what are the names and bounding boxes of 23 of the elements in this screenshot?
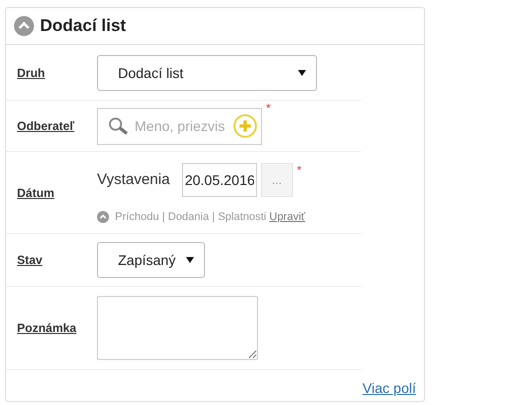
add-icon[interactable] [232,113,257,139]
expand-icon[interactable] [97,210,109,222]
collapse-icon[interactable] [14,16,34,36]
caret-icon [186,257,194,263]
search-field[interactable]: Meno, priezvis [97,108,262,144]
search-input[interactable]: Meno, priezvis [134,118,227,134]
dropdown[interactable]: Zapísaný [97,242,205,278]
panel-title: Dodací list [40,16,126,36]
field-label[interactable]: Poznámka [6,321,97,335]
field-label[interactable]: Dátum [6,186,97,200]
required-mark: * [296,162,302,176]
dropdown[interactable]: Dodací list [97,54,317,90]
field-caption: Vystavenia [97,171,170,188]
required-mark: * [266,101,271,115]
field-label[interactable]: Odberateľ [6,119,97,133]
field-label[interactable]: Druh [6,66,97,80]
date-options: Príchodu | Dodania | Splatnosti [115,210,266,222]
more-fields-link[interactable]: Viac polí [362,380,416,396]
search-icon [108,116,129,136]
edit-link[interactable]: Upraviť [269,210,306,222]
field-label[interactable]: Stav [6,253,97,267]
note-field[interactable] [97,296,258,360]
caret-icon [298,70,306,76]
